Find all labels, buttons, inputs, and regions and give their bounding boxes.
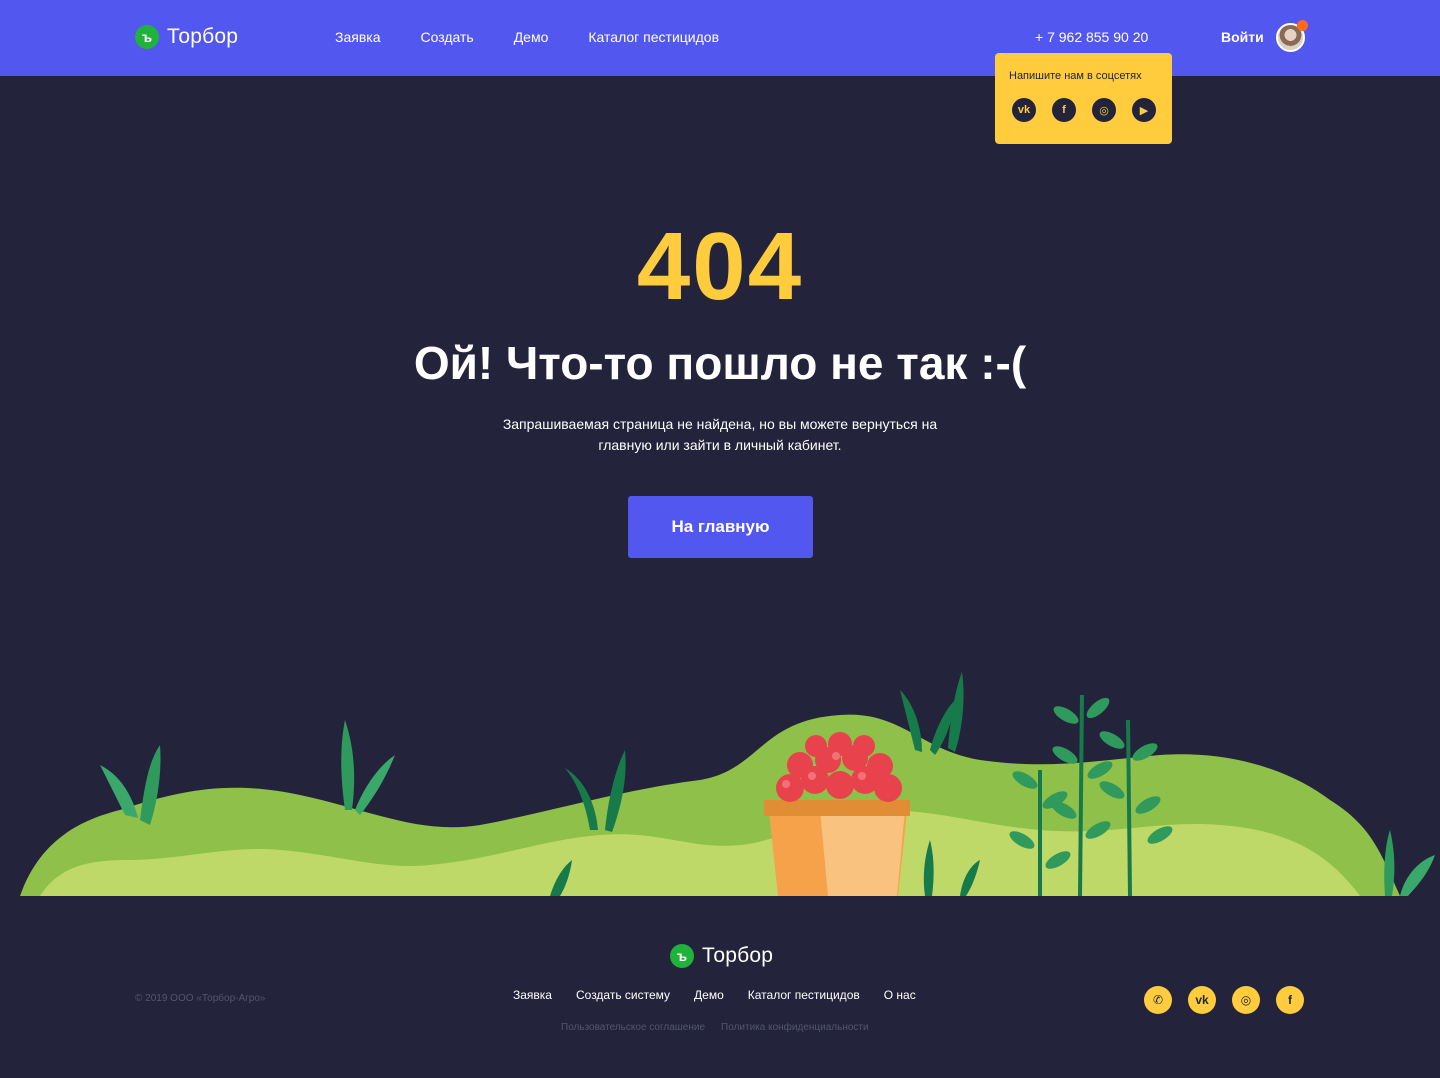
notification-dot bbox=[1297, 20, 1308, 31]
landscape-illustration bbox=[20, 672, 1435, 896]
nav-link-demo[interactable]: Демо bbox=[514, 29, 549, 45]
instagram-icon[interactable]: ◎ bbox=[1232, 986, 1260, 1014]
footer-link-demo[interactable]: Демо bbox=[694, 988, 724, 1002]
footer-nav: Заявка Создать систему Демо Каталог пест… bbox=[513, 988, 940, 1002]
social-popover: Напишите нам в соцсетях vk f ◎ ▶ bbox=[995, 53, 1172, 144]
phone-number[interactable]: + 7 962 855 90 20 bbox=[1035, 29, 1148, 45]
top-header: ъ Торбор Заявка Создать Демо Каталог пес… bbox=[0, 0, 1440, 76]
footer-logo-mark-icon: ъ bbox=[670, 944, 694, 968]
error-headline: Ой! Что-то пошло не так :-( bbox=[413, 337, 1027, 389]
footer-logo[interactable]: ъ Торбор bbox=[670, 944, 773, 968]
vk-icon[interactable]: vk bbox=[1012, 98, 1036, 122]
footer-link-create-system[interactable]: Создать систему bbox=[576, 988, 670, 1002]
error-description: Запрашиваемая страница не найдена, но вы… bbox=[502, 416, 938, 453]
facebook-icon[interactable]: f bbox=[1052, 98, 1076, 122]
youtube-icon[interactable]: ▶ bbox=[1132, 98, 1156, 122]
logo-mark-icon: ъ bbox=[135, 25, 159, 49]
nav-link-request[interactable]: Заявка bbox=[335, 29, 380, 45]
social-popover-title: Напишите нам в соцсетях bbox=[1009, 70, 1142, 82]
logo-text: Торбор bbox=[167, 25, 239, 48]
facebook-icon[interactable]: f bbox=[1276, 986, 1304, 1014]
footer-link-catalog[interactable]: Каталог пестицидов bbox=[748, 988, 860, 1002]
social-popover-icons: vk f ◎ ▶ bbox=[1012, 98, 1156, 122]
vk-icon[interactable]: vk bbox=[1188, 986, 1216, 1014]
copyright: © 2019 ООО «Торбор-Агро» bbox=[135, 993, 266, 1004]
main-nav: Заявка Создать Демо Каталог пестицидов bbox=[335, 29, 759, 45]
footer-logo-text: Торбор bbox=[702, 944, 774, 967]
footer-link-request[interactable]: Заявка bbox=[513, 988, 552, 1002]
footer-social-icons: ✆ vk ◎ f bbox=[1144, 986, 1304, 1014]
privacy-link[interactable]: Политика конфиденциальности bbox=[721, 1022, 869, 1033]
terms-link[interactable]: Пользовательское соглашение bbox=[561, 1022, 705, 1033]
error-code: 404 bbox=[636, 213, 804, 320]
nav-link-create[interactable]: Создать bbox=[420, 29, 473, 45]
login-button[interactable]: Войти bbox=[1221, 29, 1264, 45]
legal-links: Пользовательское соглашение Политика кон… bbox=[561, 1022, 869, 1033]
footer-link-about[interactable]: О нас bbox=[884, 988, 916, 1002]
logo[interactable]: ъ Торбор bbox=[135, 25, 238, 49]
nav-link-catalog[interactable]: Каталог пестицидов bbox=[588, 29, 719, 45]
viber-icon[interactable]: ✆ bbox=[1144, 986, 1172, 1014]
home-button[interactable]: На главную bbox=[628, 496, 813, 558]
instagram-icon[interactable]: ◎ bbox=[1092, 98, 1116, 122]
